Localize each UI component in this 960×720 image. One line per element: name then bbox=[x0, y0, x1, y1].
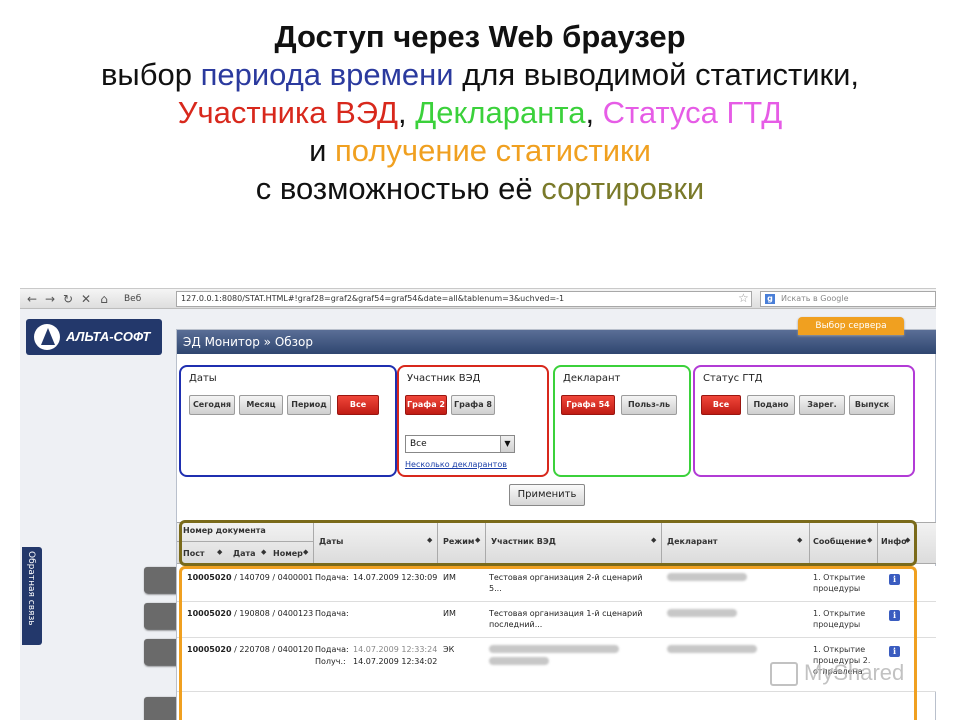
status-filter: Статус ГТД Все Подано Зарег. Выпуск bbox=[693, 365, 915, 477]
declarant-filter-title: Декларант bbox=[563, 373, 621, 384]
declarant-graph54-button[interactable]: Графа 54 bbox=[561, 395, 615, 415]
dates-filter-title: Даты bbox=[189, 373, 217, 384]
forward-icon[interactable]: → bbox=[42, 291, 58, 307]
chevron-down-icon[interactable]: ▼ bbox=[500, 436, 514, 452]
rows-highlight bbox=[179, 566, 917, 720]
server-select-tab[interactable]: Выбор сервера bbox=[798, 317, 904, 335]
declarant-filter: Декларант Графа 54 Польз-ль bbox=[553, 365, 691, 477]
watermark-text: MyShared bbox=[804, 660, 905, 685]
title-text: для выводимой статистики, bbox=[453, 57, 860, 92]
header-highlight bbox=[179, 520, 917, 566]
search-input[interactable]: g Искать в Google bbox=[760, 291, 936, 307]
title-line-1: Доступ через Web браузер bbox=[0, 18, 960, 56]
title-highlight-stats: получение статистики bbox=[335, 133, 651, 168]
multiple-declarants-link[interactable]: Несколько декларантов bbox=[405, 460, 507, 469]
home-icon[interactable]: ⌂ bbox=[96, 291, 112, 307]
participant-graph2-button[interactable]: Графа 2 bbox=[405, 395, 447, 415]
address-bar[interactable]: 127.0.0.1:8080/STAT.HTML#!graf28=graf2&g… bbox=[176, 291, 752, 307]
title-highlight-declarant: Декларанта bbox=[415, 95, 586, 130]
title-line-3: Участника ВЭД, Декларанта, Статуса ГТД bbox=[0, 94, 960, 132]
reload-icon[interactable]: ↻ bbox=[60, 291, 76, 307]
title-text: с возможностью её bbox=[255, 171, 542, 206]
feedback-tab[interactable]: Обратная связь bbox=[22, 547, 42, 645]
stop-icon[interactable]: ✕ bbox=[78, 291, 94, 307]
search-placeholder: Искать в Google bbox=[781, 294, 849, 303]
title-line-4: и получение статистики bbox=[0, 132, 960, 170]
title-line-2: выбор периода времени для выводимой стат… bbox=[0, 56, 960, 94]
side-widget[interactable] bbox=[144, 567, 180, 593]
logo-text: АЛЬТА-СОФТ bbox=[66, 329, 151, 344]
title-highlight-participant: Участника ВЭД bbox=[177, 95, 399, 130]
participant-graph8-button[interactable]: Графа 8 bbox=[451, 395, 495, 415]
participant-select[interactable]: Все ▼ bbox=[405, 435, 515, 453]
title-text: , bbox=[398, 95, 416, 130]
status-registered-button[interactable]: Зарег. bbox=[799, 395, 845, 415]
presentation-icon bbox=[770, 662, 798, 686]
title-text: , bbox=[585, 95, 603, 130]
back-icon[interactable]: ← bbox=[24, 291, 40, 307]
title-highlight-sorting: сортировки bbox=[541, 171, 705, 206]
status-submitted-button[interactable]: Подано bbox=[747, 395, 795, 415]
status-filter-title: Статус ГТД bbox=[703, 373, 763, 384]
title-text: и bbox=[309, 133, 335, 168]
side-widget[interactable] bbox=[144, 603, 180, 629]
dates-period-button[interactable]: Период bbox=[287, 395, 331, 415]
dates-month-button[interactable]: Месяц bbox=[239, 395, 283, 415]
participant-filter-title: Участник ВЭД bbox=[407, 373, 481, 384]
status-all-button[interactable]: Все bbox=[701, 395, 741, 415]
slide-title: Доступ через Web браузер выбор периода в… bbox=[0, 18, 960, 208]
title-text: выбор bbox=[100, 57, 201, 92]
watermark: MyShared bbox=[770, 660, 930, 688]
participant-select-value: Все bbox=[410, 439, 427, 449]
web-label: Веб bbox=[124, 294, 142, 304]
title-highlight-status: Статуса ГТД bbox=[602, 95, 783, 130]
feedback-label: Обратная связь bbox=[26, 551, 36, 626]
side-widget[interactable] bbox=[144, 697, 180, 720]
status-release-button[interactable]: Выпуск bbox=[849, 395, 895, 415]
dates-filter: Даты Сегодня Месяц Период Все bbox=[179, 365, 397, 477]
company-logo[interactable]: АЛЬТА-СОФТ bbox=[26, 319, 162, 355]
google-icon: g bbox=[765, 294, 775, 304]
dates-today-button[interactable]: Сегодня bbox=[189, 395, 235, 415]
participant-filter: Участник ВЭД Графа 2 Графа 8 Все ▼ Неско… bbox=[397, 365, 549, 477]
app-screenshot: ← → ↻ ✕ ⌂ Веб 127.0.0.1:8080/STAT.HTML#!… bbox=[20, 288, 936, 720]
title-text: Доступ через Web браузер bbox=[274, 19, 686, 54]
title-line-5: с возможностью её сортировки bbox=[0, 170, 960, 208]
side-widget[interactable] bbox=[144, 639, 180, 665]
logo-emblem-icon bbox=[34, 324, 60, 350]
dates-all-button[interactable]: Все bbox=[337, 395, 379, 415]
browser-toolbar: ← → ↻ ✕ ⌂ Веб 127.0.0.1:8080/STAT.HTML#!… bbox=[20, 289, 936, 309]
declarant-user-button[interactable]: Польз-ль bbox=[621, 395, 677, 415]
bookmark-star-icon[interactable]: ☆ bbox=[738, 291, 749, 305]
apply-button[interactable]: Применить bbox=[509, 484, 585, 506]
title-highlight-period: периода времени bbox=[200, 57, 454, 92]
